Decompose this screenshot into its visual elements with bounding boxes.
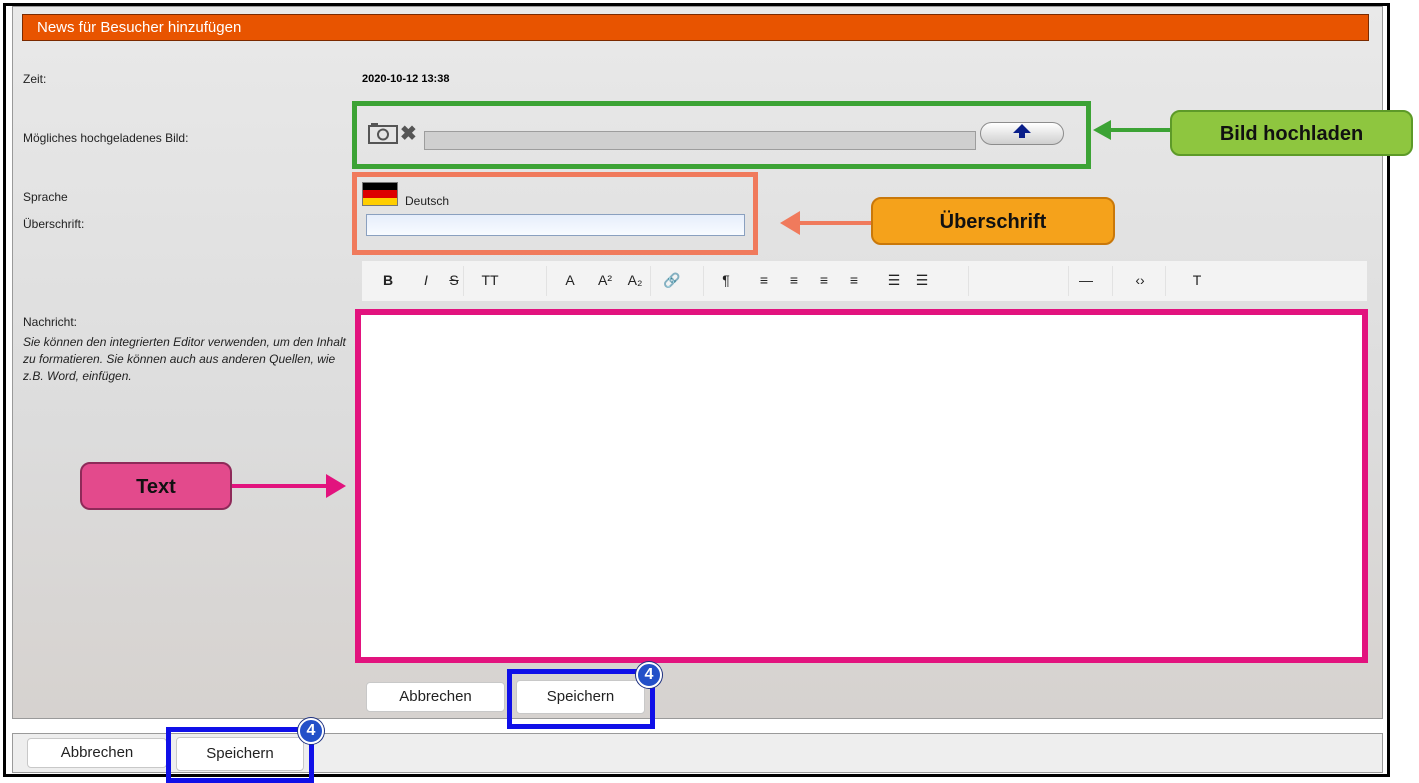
bullet-list-icon[interactable]: ☰ <box>879 268 909 292</box>
toolbar-separator <box>1112 266 1113 296</box>
bold-icon[interactable]: B <box>373 268 403 292</box>
subscript-icon[interactable]: A₂ <box>620 268 650 292</box>
step-badge: 4 <box>636 662 662 688</box>
message-editor-content[interactable] <box>367 321 1356 651</box>
remove-image-icon[interactable]: ✖ <box>400 124 417 144</box>
image-label: Mögliches hochgeladenes Bild: <box>23 131 189 145</box>
heading-callout: Überschrift <box>871 197 1115 245</box>
dialog-title: News für Besucher hinzufügen <box>22 14 1369 41</box>
cancel-button[interactable]: Abbrechen <box>366 682 505 712</box>
time-label: Zeit: <box>23 72 47 86</box>
toolbar-separator <box>650 266 651 296</box>
toolbar-separator <box>968 266 969 296</box>
numbered-list-icon[interactable]: ☰ <box>907 268 937 292</box>
heading-arrow <box>780 211 875 235</box>
text-arrow <box>232 474 346 498</box>
toolbar-separator <box>1068 266 1069 296</box>
paragraph-icon[interactable]: ¶ <box>711 268 741 292</box>
text-color-icon[interactable]: A <box>555 268 585 292</box>
german-flag-icon <box>362 182 398 206</box>
superscript-icon[interactable]: A² <box>590 268 620 292</box>
toolbar-separator <box>463 266 464 296</box>
align-left-icon[interactable]: ≡ <box>749 268 779 292</box>
strikethrough-icon[interactable]: S <box>439 268 469 292</box>
footer-save-highlight-box <box>166 727 314 783</box>
horizontal-rule-icon[interactable]: — <box>1071 268 1101 292</box>
italic-icon[interactable]: I <box>411 268 441 292</box>
footer-step-badge: 4 <box>298 718 324 744</box>
clear-format-icon[interactable]: T <box>1182 268 1212 292</box>
image-file-field[interactable] <box>424 131 976 150</box>
message-label: Nachricht: <box>23 315 78 329</box>
time-value: 2020-10-12 13:38 <box>362 73 450 85</box>
code-icon[interactable]: ‹› <box>1125 268 1155 292</box>
align-justify-icon[interactable]: ≡ <box>839 268 869 292</box>
text-callout: Text <box>80 462 232 510</box>
font-size-icon[interactable]: TT <box>475 268 505 292</box>
message-hint: Sie können den integrierten Editor verwe… <box>23 335 346 383</box>
toolbar-separator <box>703 266 704 296</box>
heading-label: Überschrift: <box>23 217 85 231</box>
footer-cancel-button[interactable]: Abbrechen <box>27 738 167 768</box>
message-editor[interactable] <box>355 309 1368 663</box>
language-label: Sprache <box>23 190 68 204</box>
align-center-icon[interactable]: ≡ <box>779 268 809 292</box>
upload-arrow <box>1093 120 1173 140</box>
camera-icon[interactable] <box>368 122 398 149</box>
link-icon[interactable]: 🔗 <box>657 268 687 292</box>
save-highlight-box <box>507 669 655 729</box>
upload-button[interactable] <box>980 122 1064 145</box>
upload-callout: Bild hochladen <box>1170 110 1413 156</box>
align-right-icon[interactable]: ≡ <box>809 268 839 292</box>
toolbar-separator <box>1165 266 1166 296</box>
heading-input[interactable] <box>366 214 745 236</box>
toolbar-separator <box>546 266 547 296</box>
arrow-up-icon <box>1013 124 1031 143</box>
language-value: Deutsch <box>405 194 450 208</box>
